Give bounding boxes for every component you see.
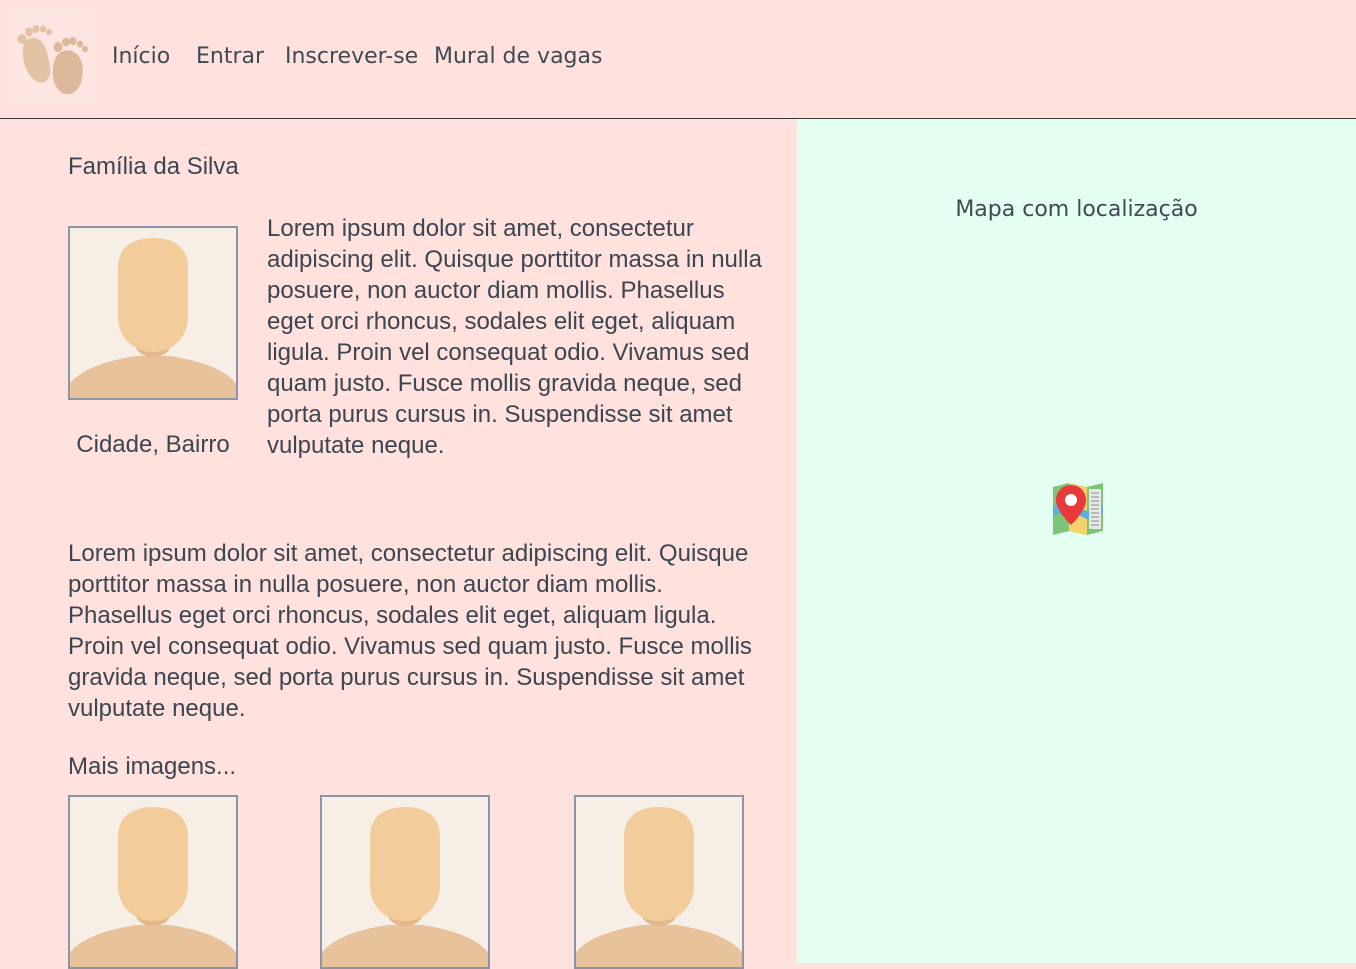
person-placeholder-icon — [70, 797, 236, 967]
baby-feet-icon — [17, 25, 88, 95]
main-photo[interactable] — [68, 226, 238, 400]
description-short: Lorem ipsum dolor sit amet, consectetur … — [267, 215, 762, 459]
person-placeholder-icon — [576, 797, 742, 967]
location-label: Cidade, Bairro — [76, 431, 230, 458]
person-placeholder-icon — [70, 228, 236, 398]
person-placeholder-icon — [322, 797, 488, 967]
more-images-label: Mais imagens... — [68, 753, 237, 780]
navbar: Início Entrar Inscrever-se Mural de vaga… — [0, 0, 1356, 119]
nav-link-entrar[interactable]: Entrar — [196, 42, 264, 72]
map-pin-icon[interactable] — [1051, 481, 1105, 537]
profile-content: Família da Silva Cidade, Bairro Lorem ip… — [0, 119, 797, 969]
logo[interactable] — [6, 9, 98, 103]
map-title: Mapa com localização — [955, 197, 1198, 222]
family-title: Família da Silva — [68, 153, 239, 180]
description-long: Lorem ipsum dolor sit amet, consectetur … — [68, 540, 752, 722]
nav-link-inicio[interactable]: Início — [112, 42, 170, 72]
nav-link-inscrever-se[interactable]: Inscrever-se — [285, 42, 418, 72]
map-panel[interactable]: Mapa com localização — [797, 119, 1356, 963]
gallery-photo-1[interactable] — [68, 795, 238, 969]
gallery-photo-3[interactable] — [574, 795, 744, 969]
nav-link-mural-de-vagas[interactable]: Mural de vagas — [434, 42, 602, 72]
gallery-photo-2[interactable] — [320, 795, 490, 969]
